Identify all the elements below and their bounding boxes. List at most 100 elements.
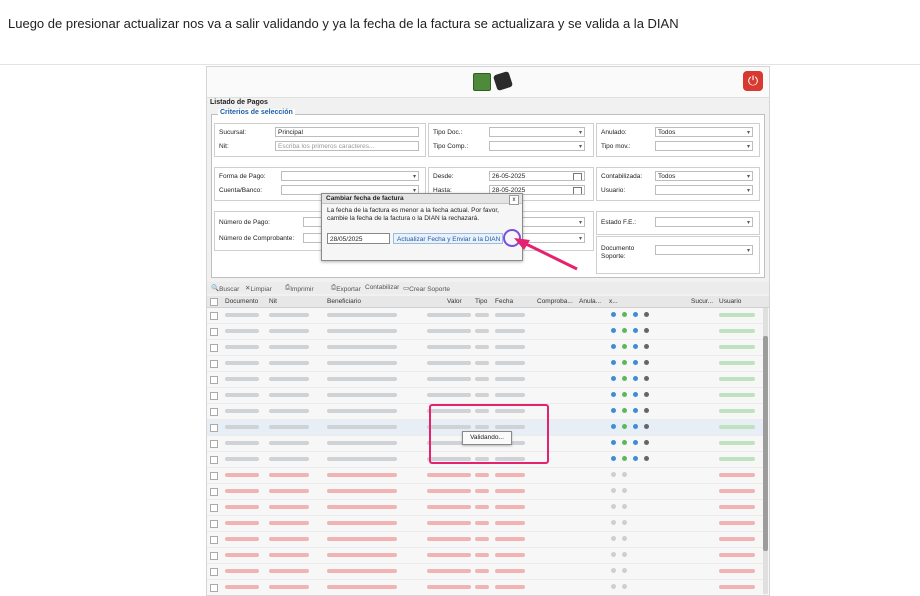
row-checkbox[interactable] xyxy=(210,552,218,560)
table-row[interactable] xyxy=(207,324,763,340)
row-action-icon[interactable] xyxy=(622,328,627,333)
row-action-icon[interactable] xyxy=(611,424,616,429)
row-action-icon[interactable] xyxy=(633,360,638,365)
money-icon[interactable] xyxy=(473,73,491,91)
tipo-mov-select[interactable]: ▾ xyxy=(655,141,753,151)
row-action-icon[interactable] xyxy=(611,312,616,317)
row-action-icon[interactable] xyxy=(611,392,616,397)
select-all-checkbox[interactable] xyxy=(210,298,218,306)
row-action-icon[interactable] xyxy=(633,392,638,397)
row-checkbox[interactable] xyxy=(210,536,218,544)
row-checkbox[interactable] xyxy=(210,488,218,496)
table-row[interactable] xyxy=(207,372,763,388)
row-action-icon[interactable] xyxy=(644,328,649,333)
row-action-icon[interactable] xyxy=(622,376,627,381)
row-action-icon[interactable] xyxy=(633,440,638,445)
row-action-icon[interactable] xyxy=(633,376,638,381)
row-action-icon[interactable] xyxy=(633,312,638,317)
row-action-icon[interactable] xyxy=(622,568,627,573)
row-action-icon[interactable] xyxy=(611,488,616,493)
row-action-icon[interactable] xyxy=(622,520,627,525)
row-action-icon[interactable] xyxy=(611,520,616,525)
row-checkbox[interactable] xyxy=(210,344,218,352)
row-action-icon[interactable] xyxy=(611,376,616,381)
col-valor[interactable]: Valor xyxy=(447,298,462,305)
forma-pago-select[interactable]: ▾ xyxy=(281,171,419,181)
tipo-comp-select[interactable]: ▾ xyxy=(489,141,585,151)
calendar-icon[interactable] xyxy=(573,187,582,194)
col-x[interactable]: x... xyxy=(609,298,618,305)
invoice-date-input[interactable]: 28/05/2025 xyxy=(327,233,390,244)
row-action-icon[interactable] xyxy=(622,456,627,461)
row-action-icon[interactable] xyxy=(644,440,649,445)
contabilizada-select[interactable]: Todos ▾ xyxy=(655,171,753,181)
row-checkbox[interactable] xyxy=(210,408,218,416)
update-and-send-dian-button[interactable]: Actualizar Fecha y Enviar a la DIAN xyxy=(393,233,503,244)
table-row[interactable] xyxy=(207,500,763,516)
row-action-icon[interactable] xyxy=(633,344,638,349)
row-action-icon[interactable] xyxy=(644,392,649,397)
row-action-icon[interactable] xyxy=(611,440,616,445)
tipo-doc-select[interactable]: ▾ xyxy=(489,127,585,137)
limpiar-button[interactable]: ✕ Limpiar xyxy=(245,284,272,293)
row-action-icon[interactable] xyxy=(633,424,638,429)
row-action-icon[interactable] xyxy=(611,504,616,509)
table-row[interactable] xyxy=(207,388,763,404)
row-action-icon[interactable] xyxy=(644,360,649,365)
power-icon[interactable]: ⏻ xyxy=(743,71,763,91)
col-beneficiario[interactable]: Beneficiario xyxy=(327,298,361,305)
close-icon[interactable]: x xyxy=(509,195,519,205)
row-action-icon[interactable] xyxy=(644,344,649,349)
row-action-icon[interactable] xyxy=(622,552,627,557)
table-row[interactable] xyxy=(207,356,763,372)
table-row[interactable] xyxy=(207,532,763,548)
row-action-icon[interactable] xyxy=(622,504,627,509)
col-fecha[interactable]: Fecha xyxy=(495,298,513,305)
row-action-icon[interactable] xyxy=(622,344,627,349)
row-checkbox[interactable] xyxy=(210,568,218,576)
row-action-icon[interactable] xyxy=(611,408,616,413)
row-action-icon[interactable] xyxy=(611,584,616,589)
row-action-icon[interactable] xyxy=(611,568,616,573)
row-checkbox[interactable] xyxy=(210,392,218,400)
row-action-icon[interactable] xyxy=(622,440,627,445)
table-row[interactable] xyxy=(207,564,763,580)
calendar-icon[interactable] xyxy=(573,173,582,180)
col-anulado[interactable]: Anula... xyxy=(579,298,601,305)
row-action-icon[interactable] xyxy=(633,408,638,413)
row-checkbox[interactable] xyxy=(210,520,218,528)
usuario-select[interactable]: ▾ xyxy=(655,185,753,195)
row-action-icon[interactable] xyxy=(622,584,627,589)
contabilizar-button[interactable]: Contabilizar xyxy=(365,284,399,291)
exportar-button[interactable]: ⎙ Exportar xyxy=(331,284,361,293)
col-tipo[interactable]: Tipo xyxy=(475,298,487,305)
row-action-icon[interactable] xyxy=(644,424,649,429)
row-checkbox[interactable] xyxy=(210,328,218,336)
buscar-button[interactable]: 🔍 Buscar xyxy=(211,284,239,293)
table-row[interactable] xyxy=(207,340,763,356)
row-action-icon[interactable] xyxy=(633,328,638,333)
sucursal-field[interactable]: Principal xyxy=(275,127,419,137)
nit-input[interactable]: Escriba los primeros caracteres... xyxy=(275,141,419,151)
row-action-icon[interactable] xyxy=(611,456,616,461)
row-action-icon[interactable] xyxy=(611,552,616,557)
row-action-icon[interactable] xyxy=(611,344,616,349)
row-checkbox[interactable] xyxy=(210,504,218,512)
row-action-icon[interactable] xyxy=(622,536,627,541)
row-action-icon[interactable] xyxy=(644,456,649,461)
row-action-icon[interactable] xyxy=(611,536,616,541)
row-action-icon[interactable] xyxy=(611,472,616,477)
table-row[interactable] xyxy=(207,516,763,532)
row-action-icon[interactable] xyxy=(633,456,638,461)
row-checkbox[interactable] xyxy=(210,360,218,368)
row-checkbox[interactable] xyxy=(210,456,218,464)
row-action-icon[interactable] xyxy=(622,424,627,429)
col-usuario[interactable]: Usuario xyxy=(719,298,741,305)
crear-soporte-button[interactable]: ▭ Crear Soporte xyxy=(403,284,450,293)
check-icon[interactable] xyxy=(492,70,514,92)
imprimir-button[interactable]: ⎙ Imprimir xyxy=(285,284,314,293)
row-action-icon[interactable] xyxy=(622,408,627,413)
row-action-icon[interactable] xyxy=(622,472,627,477)
row-action-icon[interactable] xyxy=(622,488,627,493)
row-checkbox[interactable] xyxy=(210,312,218,320)
